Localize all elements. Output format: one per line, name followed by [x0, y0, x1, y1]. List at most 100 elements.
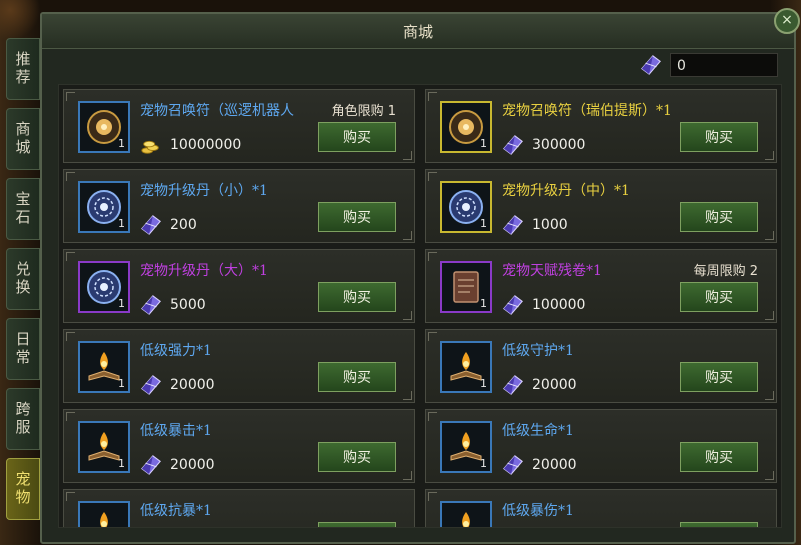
- item-quantity: 1: [480, 297, 487, 310]
- price-value: 20000: [532, 377, 577, 393]
- item-name: 宠物升级丹（中）*1: [502, 183, 630, 199]
- item-name: 低级强力*1: [140, 343, 212, 359]
- buy-button[interactable]: 购买: [318, 522, 396, 527]
- tab-recommend[interactable]: 推荐: [6, 38, 40, 100]
- item-quantity: 1: [480, 217, 487, 230]
- item-icon-frame[interactable]: 1: [440, 181, 492, 233]
- shop-item-card: 1 宠物召唤符（瑞伯提斯）*1 300000 购买: [425, 89, 777, 163]
- item-name: 低级抗暴*1: [140, 503, 212, 519]
- buy-button[interactable]: 购买: [318, 362, 396, 392]
- item-quantity: 1: [480, 377, 487, 390]
- crystal-gem-icon: [641, 55, 661, 75]
- currency-display: 0: [640, 52, 778, 78]
- item-quantity: 1: [480, 457, 487, 470]
- shop-item-card: 低级抗暴*1 购买: [63, 489, 415, 527]
- buy-button[interactable]: 购买: [680, 282, 758, 312]
- item-name: 低级守护*1: [502, 343, 574, 359]
- item-price: 1000: [502, 214, 568, 236]
- tab-gems[interactable]: 宝石: [6, 178, 40, 240]
- item-icon-frame[interactable]: 1: [78, 181, 130, 233]
- shop-item-card: 1 宠物天赋残卷*1 每周限购 2 100000 购买: [425, 249, 777, 323]
- buy-button[interactable]: 购买: [318, 282, 396, 312]
- buy-button[interactable]: 购买: [680, 202, 758, 232]
- crystal-gem-icon: [141, 295, 161, 315]
- item-price: 300000: [502, 134, 585, 156]
- crystal-gem-icon: [503, 135, 523, 155]
- buy-button[interactable]: 购买: [680, 522, 758, 527]
- item-price: 5000: [140, 294, 206, 316]
- currency-amount: 0: [670, 53, 778, 77]
- price-value: 20000: [532, 457, 577, 473]
- item-quantity: 1: [118, 297, 125, 310]
- price-value: 10000000: [170, 137, 242, 153]
- shop-item-card: 1 低级暴击*1 20000 购买: [63, 409, 415, 483]
- shop-item-card: 1 宠物召唤符（巡逻机器人 角色限购 1 10000000 购买: [63, 89, 415, 163]
- item-name: 宠物升级丹（小）*1: [140, 183, 268, 199]
- tab-mall[interactable]: 商城: [6, 108, 40, 170]
- crystal-gem-icon: [503, 295, 523, 315]
- item-icon-frame[interactable]: 1: [440, 261, 492, 313]
- buy-button[interactable]: 购买: [680, 122, 758, 152]
- item-name: 低级生命*1: [502, 423, 574, 439]
- item-price: 10000000: [140, 134, 241, 156]
- tab-label: 兑换: [13, 261, 32, 297]
- crystal-gem-icon: [503, 455, 523, 475]
- item-price: 20000: [140, 454, 215, 476]
- price-value: 20000: [170, 377, 215, 393]
- crystal-gem-icon: [503, 215, 523, 235]
- tab-label: 日常: [13, 331, 32, 367]
- item-list[interactable]: 1 宠物召唤符（巡逻机器人 角色限购 1 10000000 购买 1 宠物召唤符…: [58, 84, 782, 528]
- crystal-gem-icon: [141, 215, 161, 235]
- window-title: 商城: [402, 22, 433, 41]
- item-icon-frame[interactable]: 1: [78, 261, 130, 313]
- buy-button[interactable]: 购买: [680, 442, 758, 472]
- close-button[interactable]: ×: [774, 8, 800, 34]
- tab-label: 宝石: [13, 191, 32, 227]
- item-icon-frame[interactable]: 1: [440, 101, 492, 153]
- shop-item-card: 低级暴伤*1 购买: [425, 489, 777, 527]
- buy-button[interactable]: 购买: [680, 362, 758, 392]
- item-quantity: 1: [480, 137, 487, 150]
- item-icon-frame[interactable]: 1: [440, 421, 492, 473]
- tab-label: 宠物: [13, 471, 32, 507]
- price-value: 200: [170, 217, 197, 233]
- crystal-gem-icon: [503, 375, 523, 395]
- buy-button[interactable]: 购买: [318, 442, 396, 472]
- price-value: 5000: [170, 297, 206, 313]
- item-price: 20000: [140, 374, 215, 396]
- item-name: 宠物升级丹（大）*1: [140, 263, 268, 279]
- skill-book-icon: [100, 512, 108, 527]
- close-icon: ×: [781, 12, 793, 28]
- item-icon-frame[interactable]: 1: [440, 341, 492, 393]
- tab-cross-server[interactable]: 跨服: [6, 388, 40, 450]
- shop-item-card: 1 低级生命*1 20000 购买: [425, 409, 777, 483]
- price-value: 300000: [532, 137, 586, 153]
- gold-coins-icon: [141, 140, 159, 154]
- shop-item-card: 1 低级守护*1 20000 购买: [425, 329, 777, 403]
- buy-button[interactable]: 购买: [318, 202, 396, 232]
- item-quantity: 1: [118, 217, 125, 230]
- item-icon-frame[interactable]: 1: [78, 101, 130, 153]
- tab-exchange[interactable]: 兑换: [6, 248, 40, 310]
- tab-daily[interactable]: 日常: [6, 318, 40, 380]
- item-name: 宠物召唤符（巡逻机器人: [140, 103, 294, 119]
- item-price: 20000: [502, 374, 577, 396]
- item-icon-frame[interactable]: 1: [78, 341, 130, 393]
- item-icon-frame[interactable]: [78, 501, 130, 527]
- price-value: 20000: [170, 457, 215, 473]
- item-icon-frame[interactable]: [440, 501, 492, 527]
- item-price: 20000: [502, 454, 577, 476]
- shop-item-card: 1 低级强力*1 20000 购买: [63, 329, 415, 403]
- item-name: 低级暴伤*1: [502, 503, 574, 519]
- price-value: 1000: [532, 217, 568, 233]
- item-price: 200: [140, 214, 197, 236]
- buy-button[interactable]: 购买: [318, 122, 396, 152]
- crystal-gem-icon: [141, 375, 161, 395]
- item-name: 低级暴击*1: [140, 423, 212, 439]
- item-quantity: 1: [118, 457, 125, 470]
- item-quantity: 1: [118, 137, 125, 150]
- tab-pets[interactable]: 宠物: [6, 458, 40, 520]
- tab-label: 跨服: [13, 401, 32, 437]
- purchase-limit: 角色限购 1: [329, 100, 396, 119]
- item-icon-frame[interactable]: 1: [78, 421, 130, 473]
